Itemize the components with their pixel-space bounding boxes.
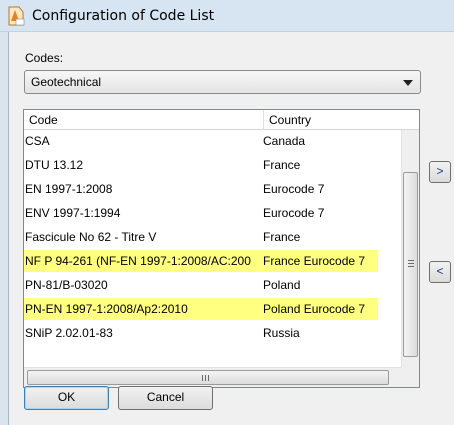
horizontal-scroll-thumb[interactable] bbox=[27, 370, 389, 385]
table-row[interactable]: SNiP 2.02.01-83 Russia bbox=[24, 322, 400, 346]
dialog-body: Codes: Geotechnical Code Country CSA Cana… bbox=[8, 32, 454, 425]
grip-line bbox=[202, 375, 203, 381]
country-cell: Poland bbox=[263, 278, 301, 292]
column-header-code[interactable]: Code bbox=[29, 113, 58, 127]
grip-line bbox=[205, 375, 206, 381]
table-row[interactable]: PN-81/B-03020 Poland bbox=[24, 274, 400, 298]
remove-code-button[interactable]: < bbox=[429, 261, 451, 283]
vertical-scrollbar[interactable] bbox=[401, 130, 419, 367]
code-cell: DTU 13.12 bbox=[25, 158, 84, 172]
code-cell: SNiP 2.02.01-83 bbox=[25, 326, 113, 340]
table-row[interactable]: CSA Canada bbox=[24, 130, 400, 154]
chevron-down-icon bbox=[403, 80, 413, 86]
app-icon bbox=[8, 6, 25, 26]
title-bar: Configuration of Code List bbox=[0, 0, 454, 32]
table-row[interactable]: PN-EN 1997-1:2008/Ap2:2010 Poland Eurocod… bbox=[24, 298, 400, 322]
code-cell: PN-EN 1997-1:2008/Ap2:2010 bbox=[24, 298, 262, 320]
table-row[interactable]: ENV 1997-1:1994 Eurocode 7 bbox=[24, 202, 400, 226]
code-cell: PN-81/B-03020 bbox=[25, 278, 108, 292]
country-cell: Poland Eurocode 7 bbox=[262, 298, 378, 320]
scrollbar-corner bbox=[401, 367, 419, 387]
table-header: Code Country bbox=[24, 110, 419, 130]
table-row[interactable]: DTU 13.12 France bbox=[24, 154, 400, 178]
table-row[interactable]: NF P 94-261 (NF-EN 1997-1:2008/AC:200 Fra… bbox=[24, 250, 400, 274]
grip-line bbox=[208, 375, 209, 381]
codes-selected-value: Geotechnical bbox=[31, 75, 102, 89]
code-list-table: Code Country CSA Canada DTU 13.12 France EN … bbox=[23, 109, 420, 388]
add-code-button[interactable]: > bbox=[429, 161, 451, 183]
country-cell: Canada bbox=[263, 134, 306, 148]
vertical-scroll-thumb[interactable] bbox=[403, 172, 418, 357]
code-cell: NF P 94-261 (NF-EN 1997-1:2008/AC:200 bbox=[24, 250, 262, 272]
ok-button[interactable]: OK bbox=[24, 386, 109, 410]
code-cell: ENV 1997-1:1994 bbox=[25, 206, 121, 220]
grip-line bbox=[408, 266, 414, 267]
country-cell: France bbox=[263, 230, 301, 244]
country-cell: France Eurocode 7 bbox=[262, 250, 378, 272]
window-title: Configuration of Code List bbox=[32, 8, 215, 24]
horizontal-scrollbar[interactable] bbox=[24, 367, 401, 387]
table-body: CSA Canada DTU 13.12 France EN 1997-1:2008 Eu… bbox=[24, 130, 400, 367]
codes-dropdown[interactable]: Geotechnical bbox=[24, 70, 421, 94]
column-divider[interactable] bbox=[263, 110, 264, 130]
grip-line bbox=[408, 263, 414, 264]
codes-label: Codes: bbox=[25, 51, 64, 65]
country-cell: Eurocode 7 bbox=[263, 206, 325, 220]
table-row[interactable]: Fascicule No 62 - Titre V France bbox=[24, 226, 400, 250]
column-header-country[interactable]: Country bbox=[269, 113, 311, 127]
country-cell: France bbox=[263, 158, 301, 172]
country-cell: Russia bbox=[263, 326, 300, 340]
country-cell: Eurocode 7 bbox=[263, 182, 325, 196]
code-cell: EN 1997-1:2008 bbox=[25, 182, 113, 196]
grip-line bbox=[408, 260, 414, 261]
code-cell: Fascicule No 62 - Titre V bbox=[25, 230, 157, 244]
cancel-button[interactable]: Cancel bbox=[118, 386, 213, 410]
code-cell: CSA bbox=[25, 134, 50, 148]
table-row[interactable]: EN 1997-1:2008 Eurocode 7 bbox=[24, 178, 400, 202]
